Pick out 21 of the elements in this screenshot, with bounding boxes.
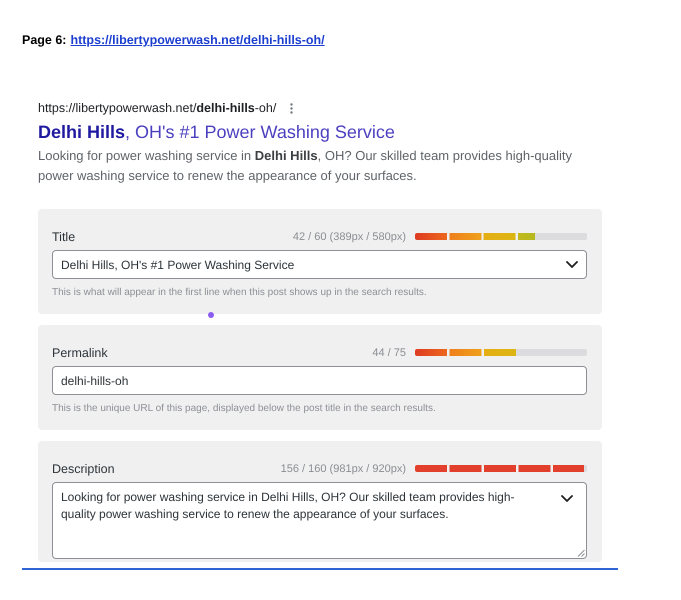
textarea-field[interactable]: Looking for power washing service in Delhi Hills, OH? Our skilled team provides high-quality power washing service to renew the appearance of your surfaces. — [52, 482, 587, 559]
preview-title: Delhi Hills, OH's #1 Power Washing Service — [38, 121, 396, 144]
field-hint: This is what will appear in the first line when this post shows up in the search results. — [52, 286, 428, 300]
page-link[interactable]: https://libertypowerwash.net/delhi-hills-oh/ — [70, 32, 325, 48]
length-counter: 156 / 160 (981px / 920px) — [280, 462, 406, 474]
field-label: Title — [52, 230, 76, 244]
chevron-down-icon[interactable] — [561, 495, 573, 502]
resize-grip-icon[interactable] — [577, 549, 585, 557]
field-label: Permalink — [52, 346, 108, 360]
text-field[interactable]: delhi-hills-oh — [52, 366, 587, 395]
length-counter: 42 / 60 (389px / 580px) — [292, 230, 406, 242]
field-label: Description — [52, 462, 115, 476]
more-options-icon[interactable] — [290, 102, 294, 114]
preview-url: https://libertypowerwash.net/delhi-hills-oh/ — [38, 100, 276, 116]
select-field[interactable]: Delhi Hills, OH's #1 Power Washing Service — [52, 250, 587, 279]
page-label: Page 6: — [22, 32, 66, 48]
field-hint: This is the unique URL of this page, displayed below the post title in the search results. — [52, 402, 437, 416]
length-counter: 44 / 75 — [372, 346, 406, 358]
preview-description: Looking for power washing service in Delhi Hills, OH? Our skilled team provides high-quality power washing service to renew the appearance of your surfaces. — [38, 147, 573, 185]
dot-icon — [208, 312, 214, 318]
chevron-down-icon[interactable] — [566, 261, 578, 268]
